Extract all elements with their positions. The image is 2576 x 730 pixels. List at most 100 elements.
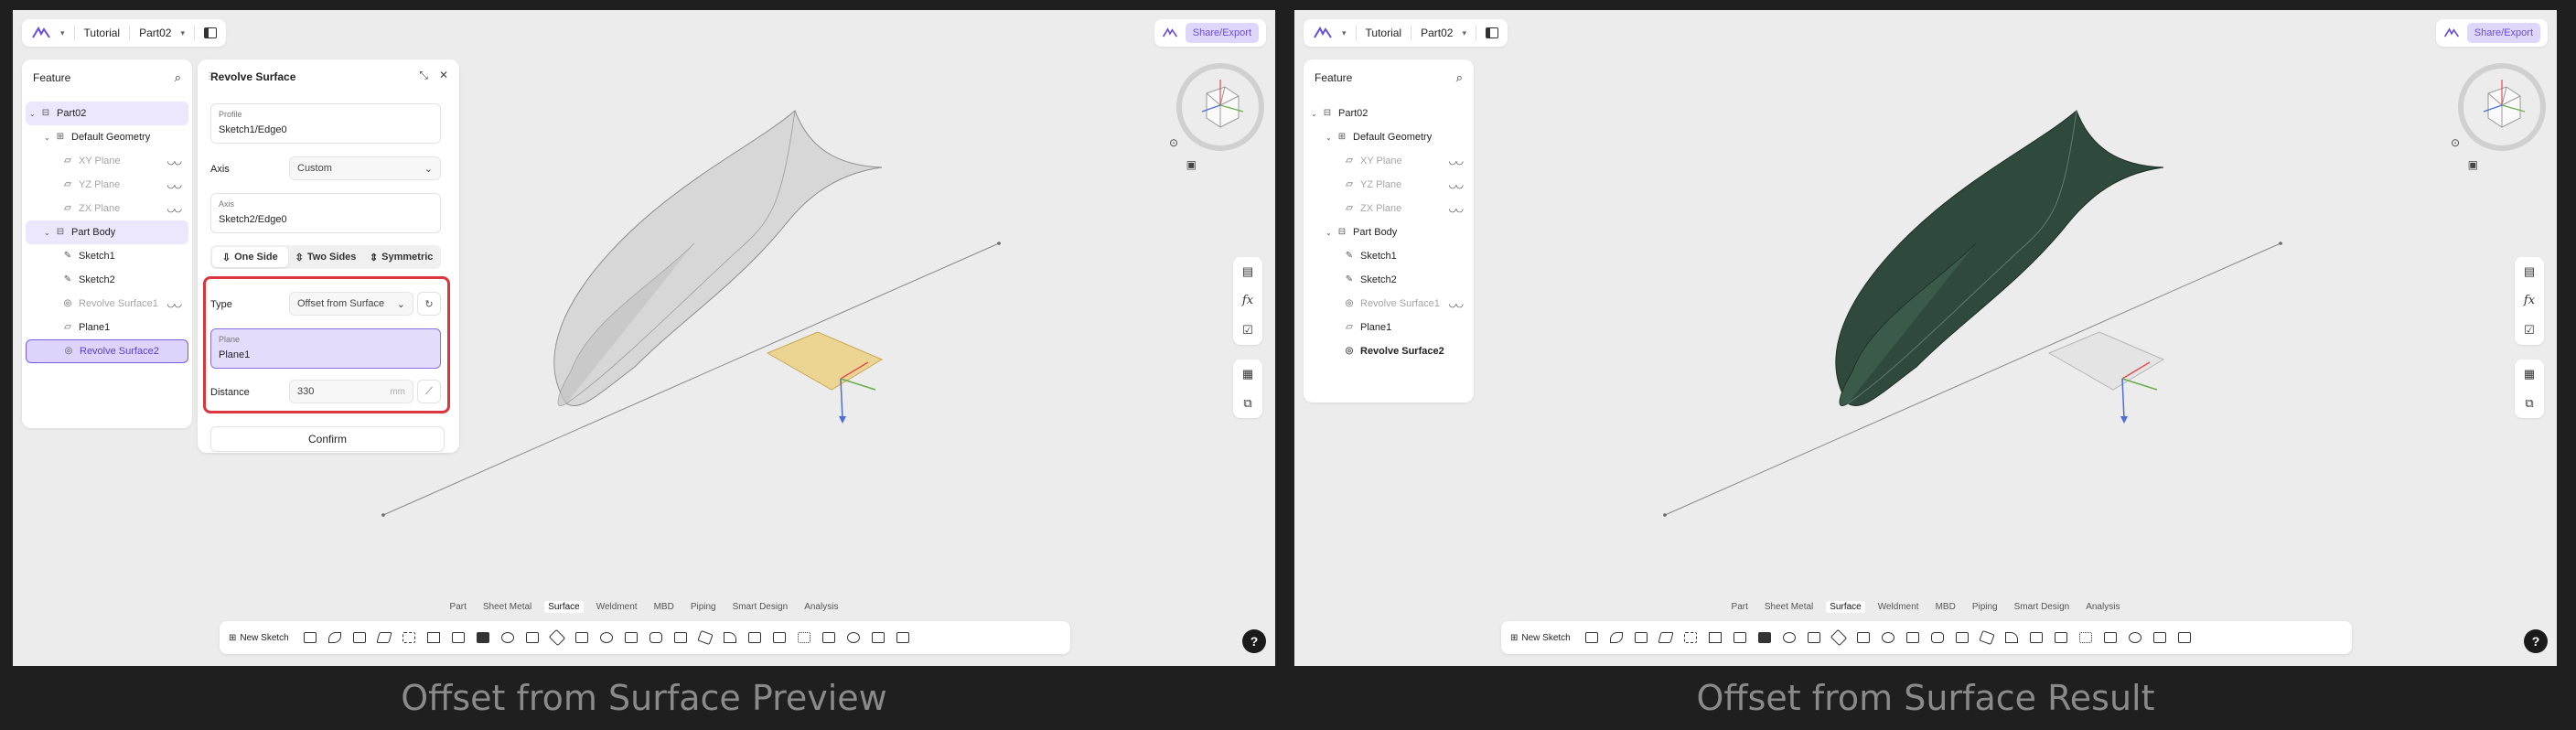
- table-icon[interactable]: ▦: [2524, 360, 2535, 389]
- tool-thicken-icon[interactable]: [1780, 630, 1798, 645]
- tab-piping[interactable]: Piping: [687, 601, 720, 613]
- chevron-down-icon[interactable]: ▾: [180, 28, 185, 38]
- tree-item-revolve-surface1[interactable]: ◎ Revolve Surface1 ◡◡: [26, 292, 188, 316]
- hidden-eye-icon[interactable]: ◡◡: [1449, 299, 1464, 309]
- tool-loft-icon[interactable]: [1681, 630, 1700, 645]
- tree-item-zx-plane[interactable]: ▱ ZX Plane ◡◡: [26, 197, 188, 220]
- search-icon[interactable]: ⌕: [1456, 70, 1463, 85]
- reverse-direction-button[interactable]: ↻: [417, 292, 441, 316]
- share-export-button[interactable]: Share/Export: [2466, 23, 2540, 43]
- hidden-eye-icon[interactable]: ◡◡: [167, 299, 182, 309]
- tab-part[interactable]: Part: [1728, 601, 1752, 613]
- new-sketch-button[interactable]: ⊞ New Sketch: [229, 633, 289, 643]
- distance-input[interactable]: 330 mm: [289, 380, 413, 403]
- tree-item-yz-plane[interactable]: ▱ YZ Plane ◡◡: [26, 173, 188, 197]
- tree-item-sketch2[interactable]: ✎ Sketch2: [26, 268, 188, 292]
- panel-toggle-icon[interactable]: [1486, 27, 1498, 38]
- chevron-down-icon[interactable]: ▾: [1342, 28, 1347, 38]
- layers-icon[interactable]: ⧉: [2525, 389, 2533, 418]
- hidden-eye-icon[interactable]: ◡◡: [1449, 180, 1464, 190]
- app-logo-icon[interactable]: [2443, 27, 2460, 39]
- help-button[interactable]: ?: [2524, 629, 2548, 653]
- hidden-eye-icon[interactable]: ◡◡: [167, 204, 182, 214]
- hidden-eye-icon[interactable]: ◡◡: [1449, 204, 1464, 214]
- breadcrumb-part[interactable]: Part02: [1421, 27, 1453, 39]
- panel-toggle-icon[interactable]: [204, 27, 217, 38]
- tool-more-icon[interactable]: [2175, 630, 2194, 645]
- function-icon[interactable]: fx: [2524, 286, 2535, 316]
- close-icon[interactable]: ✕: [439, 69, 448, 82]
- app-logo-icon[interactable]: [31, 26, 51, 40]
- tab-weldment[interactable]: Weldment: [593, 601, 641, 613]
- tool-sweep-icon[interactable]: [375, 630, 393, 645]
- tool-delete-face-icon[interactable]: [1978, 629, 1996, 646]
- tree-item-revolve-surface1[interactable]: ◎ Revolve Surface1 ◡◡: [1307, 292, 1470, 316]
- tool-chamfer-icon[interactable]: [746, 630, 764, 645]
- tree-item-yz-plane[interactable]: ▱ YZ Plane ◡◡: [1307, 173, 1470, 197]
- help-button[interactable]: ?: [1242, 629, 1266, 653]
- app-logo-icon[interactable]: [1162, 27, 1178, 39]
- tree-item-zx-plane[interactable]: ▱ ZX Plane ◡◡: [1307, 197, 1470, 220]
- display-mode-icon[interactable]: ▣: [2468, 158, 2478, 171]
- tool-curve-icon[interactable]: [326, 630, 344, 645]
- tree-item-sketch2[interactable]: ✎ Sketch2: [1307, 268, 1470, 292]
- tool-patch-icon[interactable]: [647, 630, 665, 645]
- tree-item-plane1[interactable]: ▱ Plane1: [1307, 316, 1470, 339]
- breadcrumb-part[interactable]: Part02: [139, 27, 171, 39]
- axis-select[interactable]: Custom ⌄: [289, 156, 441, 180]
- type-select[interactable]: Offset from Surface ⌄: [289, 292, 413, 316]
- tool-loft-icon[interactable]: [400, 630, 418, 645]
- chevron-down-icon[interactable]: ▾: [60, 28, 65, 38]
- tool-untrim-icon[interactable]: [1904, 630, 1922, 645]
- tree-item-part-body[interactable]: ⌄ ⊟ Part Body: [26, 220, 188, 244]
- tool-fillet-icon[interactable]: [721, 630, 739, 645]
- share-export-button[interactable]: Share/Export: [1185, 23, 1259, 43]
- properties-icon[interactable]: ▤: [1242, 257, 1253, 286]
- tool-thicken-icon[interactable]: [499, 630, 517, 645]
- tool-trim-icon[interactable]: [1854, 630, 1873, 645]
- hidden-eye-icon[interactable]: ◡◡: [1449, 156, 1464, 166]
- tool-untrim-icon[interactable]: [622, 630, 640, 645]
- tree-item-part[interactable]: ⌄ ⊟ Part02: [26, 102, 188, 125]
- tool-ruled-icon[interactable]: [523, 630, 542, 645]
- axis-field[interactable]: Axis Sketch2/Edge0: [210, 193, 441, 233]
- profile-field[interactable]: Profile Sketch1/Edge0: [210, 103, 441, 144]
- breadcrumb-tutorial[interactable]: Tutorial: [84, 27, 121, 39]
- tool-replace-icon[interactable]: [671, 630, 690, 645]
- hidden-eye-icon[interactable]: ◡◡: [167, 180, 182, 190]
- tree-item-part[interactable]: ⌄ ⊟ Part02: [1307, 102, 1470, 125]
- tool-extend-icon[interactable]: [1830, 628, 1848, 647]
- breadcrumb-tutorial[interactable]: Tutorial: [1366, 27, 1402, 39]
- app-logo-icon[interactable]: [1313, 26, 1333, 40]
- hidden-eye-icon[interactable]: ◡◡: [167, 156, 182, 166]
- tool-revolve-icon[interactable]: [350, 630, 369, 645]
- tab-one-side[interactable]: ⇩ One Side: [212, 247, 288, 267]
- tree-item-plane1[interactable]: ▱ Plane1: [26, 316, 188, 339]
- tool-pattern-icon[interactable]: [2077, 630, 2095, 645]
- tool-extend-icon[interactable]: [548, 628, 566, 647]
- tab-mbd[interactable]: MBD: [650, 601, 678, 613]
- tree-item-xy-plane[interactable]: ▱ XY Plane ◡◡: [26, 149, 188, 173]
- tool-knit-icon[interactable]: [1879, 630, 1897, 645]
- tool-extrude-icon[interactable]: [301, 630, 319, 645]
- tab-two-sides[interactable]: ⇳ Two Sides: [288, 247, 364, 267]
- confirm-button[interactable]: Confirm: [210, 426, 445, 452]
- tool-boolean-icon[interactable]: [2101, 630, 2120, 645]
- tool-patch-icon[interactable]: [1928, 630, 1947, 645]
- new-sketch-button[interactable]: ⊞ New Sketch: [1510, 633, 1571, 643]
- tree-item-sketch1[interactable]: ✎ Sketch1: [1307, 244, 1470, 268]
- plane-field[interactable]: Plane Plane1: [210, 328, 441, 369]
- tool-curve-icon[interactable]: [1607, 630, 1626, 645]
- tool-chamfer-icon[interactable]: [2027, 630, 2045, 645]
- tool-boolean-icon[interactable]: [820, 630, 838, 645]
- layers-icon[interactable]: ⧉: [1243, 389, 1251, 418]
- tool-sweep-icon[interactable]: [1657, 630, 1675, 645]
- tool-mirror-icon[interactable]: [770, 630, 789, 645]
- tab-weldment[interactable]: Weldment: [1874, 601, 1923, 613]
- tab-sheet-metal[interactable]: Sheet Metal: [1761, 601, 1817, 613]
- tab-surface[interactable]: Surface: [1826, 601, 1865, 613]
- tool-offset-icon[interactable]: [1731, 630, 1749, 645]
- tool-scale-icon[interactable]: [2151, 630, 2169, 645]
- tool-ruled-icon[interactable]: [1805, 630, 1823, 645]
- tool-fill-icon[interactable]: [1755, 630, 1774, 645]
